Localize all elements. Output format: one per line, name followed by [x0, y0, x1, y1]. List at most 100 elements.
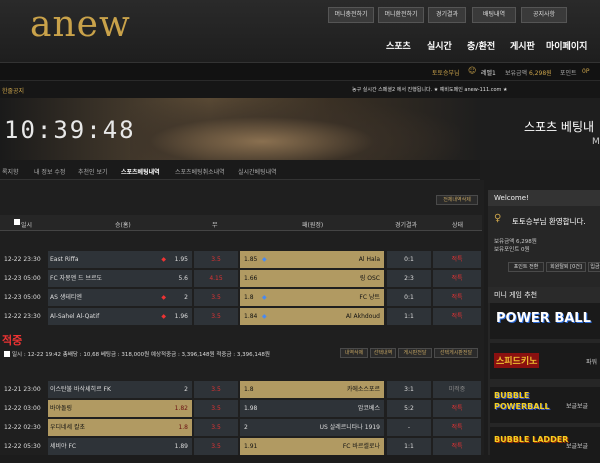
cell-state: 적특 — [433, 270, 481, 287]
delete-bet-button[interactable]: 내역삭제 — [340, 348, 368, 358]
balance-value: 6,298원 — [529, 70, 552, 77]
cell-date: 12-22 02:30 — [4, 424, 41, 431]
right-point: 보유포인트 0원 — [494, 247, 530, 253]
home-team-name: 우디네세 칼초 — [50, 424, 86, 431]
cell-state: 적특 — [433, 251, 481, 268]
username: 토토승부님 — [432, 70, 460, 77]
cell-away-team[interactable]: 1.8 FC 낭트 ◆ — [240, 289, 384, 306]
subnav-item-sports-cancel[interactable]: 스포츠베팅취소내역 — [175, 167, 225, 176]
cell-home-team[interactable]: 이스탄불 바삭셰히르 FK 2 — [48, 381, 192, 398]
cell-draw-odd[interactable]: 3.5 — [194, 438, 238, 455]
home-team-name: Al-Sahel Al-Qatif — [50, 313, 100, 320]
table-row: 12-22 23:30 East Riffa 1.95 ◆ 3.5 1.85 Al Hala… — [0, 251, 482, 268]
cell-home-team[interactable]: AS 생테티엔 2 ◆ — [48, 289, 192, 306]
nav-mypage[interactable]: 마이페이지 — [546, 39, 587, 52]
table-row: 12-22 05:30 세비야 FC 1.89 3.5 1.91 FC 바르셀로나 1:1 적… — [0, 438, 482, 455]
table-row: 12-21 23:00 이스탄불 바삭셰히르 FK 2 3.5 1.8 카에소스포르 3:1… — [0, 381, 482, 398]
point-convert-button[interactable]: 포인트 전환 — [508, 262, 544, 272]
cell-draw-odd[interactable]: 3.5 — [194, 289, 238, 306]
withdraw-member-button[interactable]: 회원탈퇴 [0건] — [546, 262, 586, 272]
welcome-header: Welcome! — [488, 190, 600, 206]
bet-select-checkbox[interactable] — [4, 351, 10, 357]
col-away: 패(원정) — [302, 222, 324, 229]
away-team-name: 카에소스포르 — [346, 386, 380, 393]
cell-away-team[interactable]: 1.84 Al Akhdoud ◆ — [240, 308, 384, 325]
bet-summary-info: 일시 : 12-22 19:42 총배당 : 10,68 베팅금 : 318,0… — [12, 352, 270, 358]
subnav-item-live-history[interactable]: 실시간베팅내역 — [238, 167, 277, 176]
cell-home-team[interactable]: 우디네세 칼초 1.8 — [48, 419, 192, 436]
deposit-button[interactable]: 머니충전하기 — [328, 7, 374, 23]
cell-home-team[interactable]: East Riffa 1.95 ◆ — [48, 251, 192, 268]
cell-score: 2:3 — [387, 270, 431, 287]
select-bet-button[interactable]: 선택내역 — [370, 348, 396, 358]
cell-score: 1:1 — [387, 438, 431, 455]
cell-state: 적특 — [433, 400, 481, 417]
away-odd: 1.84 — [244, 313, 258, 320]
cell-state: 적특 — [433, 289, 481, 306]
results-button[interactable]: 경기결과 — [428, 7, 466, 23]
cell-draw-odd[interactable]: 3.5 — [194, 381, 238, 398]
cell-score: 1:1 — [387, 308, 431, 325]
cell-draw-odd[interactable]: 3.5 — [194, 308, 238, 325]
subnav-item-profile[interactable]: 내 정보 수정 — [34, 167, 65, 176]
cell-away-team[interactable]: 1.8 카에소스포르 — [240, 381, 384, 398]
nav-charge[interactable]: 충/환전 — [467, 39, 495, 52]
table-row: 12-23 05:00 AS 생테티엔 2 ◆ 3.5 1.8 FC 낭트 ◆ 0:1 적특 — [0, 289, 482, 306]
cell-draw-odd[interactable]: 3.5 — [194, 251, 238, 268]
cell-date: 12-22 05:30 — [4, 443, 41, 450]
game-speedkeno[interactable]: 스피드키노 파워 — [490, 343, 600, 379]
subnav-item-referral[interactable]: 추천인 보기 — [78, 167, 108, 176]
bet-history-button[interactable]: 배팅내역 — [472, 7, 516, 23]
top-header: anew 머니충전하기 머니환전하기 경기결과 배팅내역 공지사항 스포츠 실시… — [0, 0, 600, 62]
game-bubble-ladder[interactable]: BUBBLE LADDER 보글보글 — [490, 427, 600, 463]
away-odd: 1.85 — [244, 256, 258, 263]
cell-draw-odd[interactable]: 4.15 — [194, 270, 238, 287]
nav-sports[interactable]: 스포츠 — [386, 39, 411, 52]
bubble-ladder-logo: BUBBLE LADDER — [494, 435, 569, 444]
post-selected-board-button[interactable]: 선택게시판전달 — [434, 348, 478, 358]
cell-home-team[interactable]: FC 자몽앤 드 브르도 5.6 — [48, 270, 192, 287]
cell-home-team[interactable]: 바야돌링 1.82 — [48, 400, 192, 417]
cell-state: 미적중 — [433, 381, 481, 398]
table-row: 12-22 23:30 Al-Sahel Al-Qatif 1.96 ◆ 3.5 1.84… — [0, 308, 482, 325]
col-state: 상태 — [452, 222, 464, 229]
nav-board[interactable]: 게시판 — [510, 39, 535, 52]
subnav-item-sports-history[interactable]: 스포츠베팅내역 — [121, 167, 160, 176]
odds-change-marker-icon: ◆ — [262, 256, 267, 263]
home-odd: 1.89 — [174, 443, 188, 450]
cell-away-team[interactable]: 1.91 FC 바르셀로나 — [240, 438, 384, 455]
odds-change-marker-icon: ◆ — [161, 256, 166, 263]
cell-state: 적특 — [433, 419, 481, 436]
cell-away-team[interactable]: 1.85 Al Hala ◆ — [240, 251, 384, 268]
select-all-checkbox[interactable] — [14, 219, 20, 225]
cell-away-team[interactable]: 2 US 살레르니타나 1919 — [240, 419, 384, 436]
notice-button[interactable]: 공지사항 — [521, 7, 567, 23]
nav-live[interactable]: 실시간 — [427, 39, 452, 52]
table-row: 12-22 03:00 바야돌링 1.82 3.5 1.98 암코베스 5:2 적특 — [0, 400, 482, 417]
cell-home-team[interactable]: Al-Sahel Al-Qatif 1.96 ◆ — [48, 308, 192, 325]
cell-away-team[interactable]: 1.98 암코베스 — [240, 400, 384, 417]
point-value: 0P — [582, 68, 590, 75]
user-icon: ♀ — [494, 213, 502, 224]
game-bubble-powerball[interactable]: BUBBLE POWERBALL 보글보글 — [490, 387, 600, 423]
col-result: 경기결과 — [395, 222, 418, 229]
cell-date: 12-23 05:00 — [4, 275, 41, 282]
table-row: 12-22 02:30 우디네세 칼초 1.8 3.5 2 US 살레르니타나 1919-… — [0, 419, 482, 436]
cell-date: 12-21 23:00 — [4, 386, 41, 393]
page-subtitle: M — [592, 137, 600, 147]
cell-draw-odd[interactable]: 3.5 — [194, 419, 238, 436]
speedkeno-logo: 스피드키노 — [494, 353, 540, 368]
cell-home-team[interactable]: 세비야 FC 1.89 — [48, 438, 192, 455]
subnav-item-0[interactable]: 록지향 — [2, 167, 19, 176]
post-board-button[interactable]: 게시판전달 — [398, 348, 432, 358]
odds-change-marker-icon: ◆ — [262, 313, 267, 320]
delete-all-history-button[interactable]: 전체내역삭제 — [436, 195, 478, 205]
site-logo[interactable]: anew — [30, 4, 131, 45]
withdraw-button[interactable]: 머니환전하기 — [378, 7, 424, 23]
game-powerball[interactable]: POWER BALL — [490, 303, 600, 339]
deposit-small-button[interactable]: 입금 — [588, 262, 600, 272]
cell-draw-odd[interactable]: 3.5 — [194, 400, 238, 417]
level-label: 레벨1 — [481, 70, 496, 77]
cell-away-team[interactable]: 1.66 링 OSC — [240, 270, 384, 287]
away-odd: 1.8 — [244, 386, 254, 393]
